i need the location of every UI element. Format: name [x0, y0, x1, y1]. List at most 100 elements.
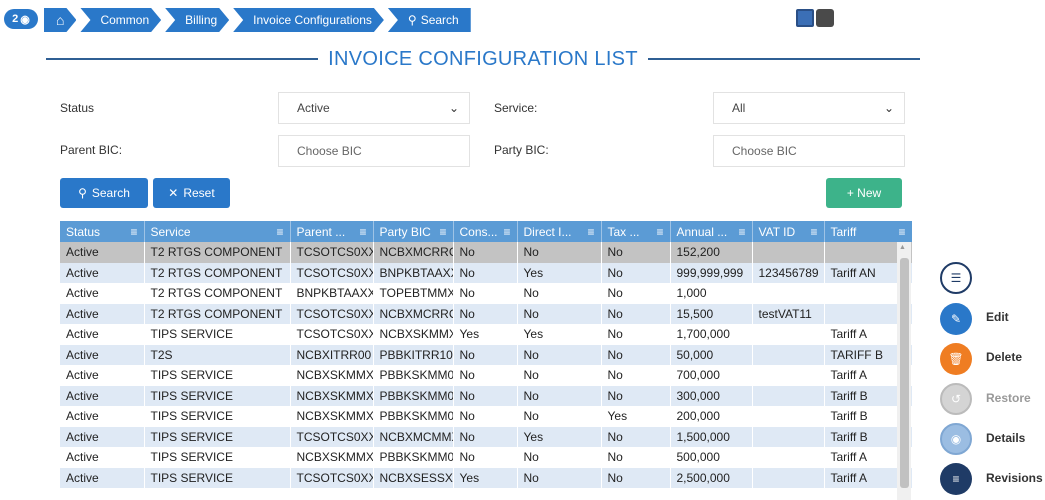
table-cell: Active — [60, 406, 145, 427]
table-cell: No — [601, 426, 671, 447]
table-cell: T2 RTGS COMPONENT — [144, 242, 291, 263]
invoice-configuration-table: Status ≡ Service ≡ Parent ... ≡ Party BIC ≡ Cons… — [60, 221, 912, 500]
database-icon[interactable]: ≡ — [940, 463, 972, 495]
search-icon: ⚲ — [407, 13, 417, 27]
delete-action[interactable]: 🗑 Delete — [940, 343, 1040, 377]
table-row[interactable]: Active T2 RTGS COMPONENT TCSOTCS0XX BNPKBTA… — [60, 262, 912, 283]
table-row[interactable]: Active T2 RTGS COMPONENT TCSOTCS0XX NCBXMCR… — [60, 303, 912, 324]
breadcrumb-common[interactable]: Common — [80, 8, 161, 32]
parent-bic-input[interactable]: Choose BIC — [278, 135, 470, 167]
table-row[interactable]: Active T2S NCBXITRR00 PBBKITRR10 No No No 50,00… — [60, 344, 912, 365]
service-select[interactable]: All ⌄ — [713, 92, 905, 124]
list-icon[interactable]: ☰ — [940, 262, 972, 294]
breadcrumb-billing[interactable]: Billing — [165, 8, 229, 32]
table-cell: 1,700,000 — [670, 324, 753, 345]
column-menu-icon[interactable]: ≡ — [810, 225, 817, 239]
table-cell: Active — [60, 303, 145, 324]
eye-icon[interactable]: ◉ — [940, 423, 972, 455]
table-cell: No — [453, 385, 518, 406]
table-row[interactable]: Active TIPS SERVICE TCSOTCS0XX NCBXMCMMX No Y… — [60, 426, 912, 447]
reset-button[interactable]: ✕ Reset — [153, 178, 230, 208]
search-button[interactable]: ⚲ Search — [60, 178, 148, 208]
column-header[interactable]: VAT ID ≡ — [752, 221, 825, 242]
column-header[interactable]: Direct I... ≡ — [517, 221, 602, 242]
save-icon[interactable] — [796, 9, 814, 27]
table-cell: PBBKITRR10 — [373, 344, 454, 365]
table-cell — [752, 242, 825, 263]
table-cell: No — [601, 344, 671, 365]
parent-bic-placeholder: Choose BIC — [297, 144, 362, 158]
table-cell: Active — [60, 283, 145, 304]
reset-button-label: Reset — [183, 186, 215, 200]
column-header[interactable]: Tax ... ≡ — [601, 221, 671, 242]
column-menu-icon[interactable]: ≡ — [276, 225, 283, 239]
table-row[interactable]: Active TIPS SERVICE NCBXSKMMX PBBKSKMM0 No No… — [60, 447, 912, 468]
restore-action[interactable]: ↺ Restore — [940, 383, 1040, 417]
table-row[interactable]: Active T2 RTGS COMPONENT TCSOTCS0XX NCBXMCR… — [60, 242, 912, 263]
column-menu-icon[interactable]: ≡ — [359, 225, 366, 239]
breadcrumb-label: Invoice Configurations — [253, 13, 372, 27]
column-menu-icon[interactable]: ≡ — [738, 225, 745, 239]
scroll-up-icon[interactable]: ▲ — [899, 244, 906, 251]
status-select[interactable]: Active ⌄ — [278, 92, 470, 124]
table-cell: No — [453, 242, 518, 263]
table-cell — [752, 365, 825, 386]
column-menu-icon[interactable]: ≡ — [130, 225, 137, 239]
table-cell: NCBXMCRRC — [373, 242, 454, 263]
edit-action[interactable]: ✎ Edit — [940, 303, 1040, 337]
table-cell: 200,000 — [670, 406, 753, 427]
new-button-label: + New — [846, 186, 882, 200]
column-menu-icon[interactable]: ≡ — [656, 225, 663, 239]
breadcrumb-invoice-configurations[interactable]: Invoice Configurations — [233, 8, 384, 32]
table-cell — [752, 467, 825, 488]
tab-count-badge[interactable]: 2 ◉ — [4, 9, 38, 29]
column-menu-icon[interactable]: ≡ — [898, 225, 905, 239]
column-header[interactable]: Service ≡ — [144, 221, 291, 242]
revisions-action[interactable]: ≡ Revisions — [940, 463, 1043, 497]
table-cell: No — [517, 385, 602, 406]
table-cell: PBBKSKMM0 — [373, 385, 454, 406]
column-header-label: Status — [66, 224, 101, 239]
table-cell: TIPS SERVICE — [144, 324, 291, 345]
new-button[interactable]: + New — [826, 178, 902, 208]
print-icon[interactable] — [816, 9, 834, 27]
column-header[interactable]: Parent ... ≡ — [290, 221, 374, 242]
column-header[interactable]: Cons... ≡ — [453, 221, 518, 242]
table-row[interactable]: Active TIPS SERVICE NCBXSKMMX PBBKSKMM0 No No… — [60, 406, 912, 427]
table-scrollbar-thumb[interactable] — [900, 258, 909, 488]
service-value: All — [732, 101, 746, 115]
column-menu-icon[interactable]: ≡ — [587, 225, 594, 239]
table-cell: 500,000 — [670, 447, 753, 468]
table-cell — [752, 447, 825, 468]
table-row[interactable]: Active T2 RTGS COMPONENT BNPKBTAAXX TOPEBTM… — [60, 283, 912, 304]
breadcrumb-home[interactable]: ⌂ — [44, 8, 76, 32]
trash-icon[interactable]: 🗑 — [940, 343, 972, 375]
table-cell: No — [453, 426, 518, 447]
table-row[interactable]: Active TIPS SERVICE NCBXSKMMX PBBKSKMM0 No No… — [60, 385, 912, 406]
column-header-label: Annual ... — [676, 224, 728, 239]
column-menu-icon[interactable]: ≡ — [439, 225, 446, 239]
table-cell: TCSOTCS0XX — [290, 303, 374, 324]
table-cell: PBBKSKMM0 — [373, 365, 454, 386]
party-bic-placeholder: Choose BIC — [732, 144, 797, 158]
column-header[interactable]: Tariff ≡ — [824, 221, 912, 242]
column-header[interactable]: Status ≡ — [60, 221, 145, 242]
party-bic-input[interactable]: Choose BIC — [713, 135, 905, 167]
list-action[interactable]: ☰ — [940, 262, 1040, 296]
table-row[interactable]: Active TIPS SERVICE NCBXSKMMX PBBKSKMM0 No No… — [60, 365, 912, 386]
column-menu-icon[interactable]: ≡ — [503, 225, 510, 239]
table-row[interactable]: Active TIPS SERVICE TCSOTCS0XX NCBXSESSX Yes… — [60, 467, 912, 488]
table-cell: PBBKSKMM0 — [373, 447, 454, 468]
table-cell: TCSOTCS0XX — [290, 242, 374, 263]
restore-icon[interactable]: ↺ — [940, 383, 972, 415]
edit-icon[interactable]: ✎ — [940, 303, 972, 335]
table-cell: TCSOTCS0XX — [290, 467, 374, 488]
details-action[interactable]: ◉ Details — [940, 423, 1040, 457]
table-cell: NCBXSESSX — [373, 467, 454, 488]
table-cell: TIPS SERVICE — [144, 426, 291, 447]
table-row[interactable]: Active TIPS SERVICE TCSOTCS0XX NCBXSKMMX Yes… — [60, 324, 912, 345]
table-cell: Active — [60, 344, 145, 365]
column-header[interactable]: Annual ... ≡ — [670, 221, 753, 242]
breadcrumb-search[interactable]: ⚲ Search — [387, 8, 471, 32]
column-header[interactable]: Party BIC ≡ — [373, 221, 454, 242]
